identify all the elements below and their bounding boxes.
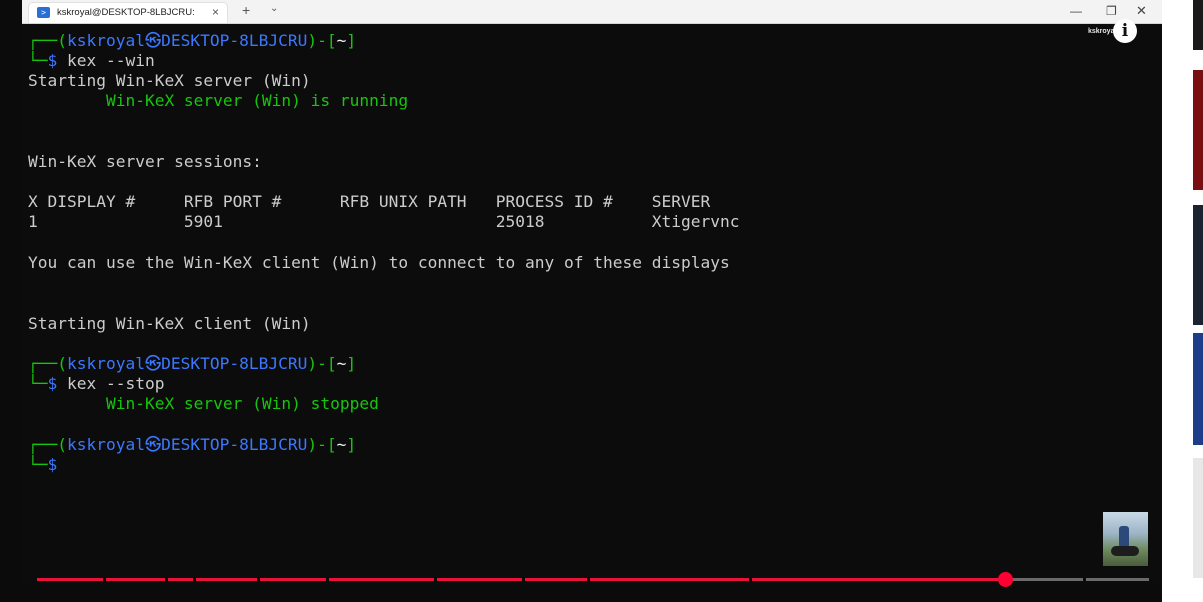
video-thumbnail[interactable] — [1193, 205, 1203, 325]
chapter-divider — [257, 578, 260, 581]
terminal-output[interactable]: ┌──(kskroyal㉿DESKTOP-8LBJCRU)-[~] └─$ ke… — [22, 24, 1162, 584]
new-tab-button[interactable]: + — [242, 2, 250, 18]
chapter-divider — [749, 578, 752, 581]
output-line: You can use the Win-KeX client (Win) to … — [28, 253, 730, 272]
related-videos-sidebar — [1162, 0, 1203, 602]
sessions-table-header: X DISPLAY # RFB PORT # RFB UNIX PATH PRO… — [28, 192, 711, 211]
chapter-divider — [326, 578, 329, 581]
progress-scrubber[interactable] — [998, 572, 1013, 587]
output-line: Starting Win-KeX client (Win) — [28, 314, 311, 333]
command-line: └─$ kex --win — [28, 51, 155, 70]
command-line: └─$ kex --stop — [28, 374, 165, 393]
video-thumbnail[interactable] — [1193, 458, 1203, 578]
window-close-button[interactable]: ✕ — [1136, 2, 1147, 20]
chapter-divider — [193, 578, 196, 581]
video-player[interactable]: > kskroyal@DESKTOP-8LBJCRU: × + ⌄ — ❐ ✕ … — [0, 0, 1203, 602]
output-line: Win-KeX server (Win) stopped — [28, 394, 379, 413]
close-tab-icon[interactable]: × — [212, 5, 219, 19]
chapter-divider — [587, 578, 590, 581]
sessions-table-row: 1 5901 25018 Xtigervnc — [28, 212, 740, 231]
chapter-divider — [103, 578, 106, 581]
channel-thumbnail[interactable] — [1103, 512, 1148, 566]
video-thumbnail[interactable] — [1193, 70, 1203, 190]
minimize-button[interactable]: — — [1070, 2, 1082, 20]
command-line: └─$ — [28, 455, 58, 474]
terminal-tab[interactable]: > kskroyal@DESKTOP-8LBJCRU: × — [28, 2, 228, 23]
info-icon[interactable]: i — [1113, 19, 1137, 43]
chapter-divider — [434, 578, 437, 581]
output-line: Win-KeX server (Win) is running — [28, 91, 409, 110]
output-line: Starting Win-KeX server (Win) — [28, 71, 311, 90]
video-thumbnail[interactable] — [1193, 333, 1203, 445]
chapter-divider — [165, 578, 168, 581]
progress-bar-played[interactable] — [37, 578, 998, 581]
output-line: Win-KeX server sessions: — [28, 152, 262, 171]
tab-title: kskroyal@DESKTOP-8LBJCRU: — [57, 7, 195, 18]
chapter-divider — [522, 578, 525, 581]
prompt-line: ┌──(kskroyal㉿DESKTOP-8LBJCRU)-[~] — [28, 31, 357, 50]
chevron-down-icon[interactable]: ⌄ — [270, 3, 278, 14]
terminal-title-bar: > kskroyal@DESKTOP-8LBJCRU: × + ⌄ — ❐ ✕ — [22, 0, 1162, 24]
prompt-line: ┌──(kskroyal㉿DESKTOP-8LBJCRU)-[~] — [28, 435, 357, 454]
prompt-line: ┌──(kskroyal㉿DESKTOP-8LBJCRU)-[~] — [28, 354, 357, 373]
video-thumbnail[interactable] — [1193, 0, 1203, 50]
terminal-icon: > — [37, 7, 50, 18]
maximize-button[interactable]: ❐ — [1106, 2, 1117, 20]
chapter-divider — [1083, 578, 1086, 581]
